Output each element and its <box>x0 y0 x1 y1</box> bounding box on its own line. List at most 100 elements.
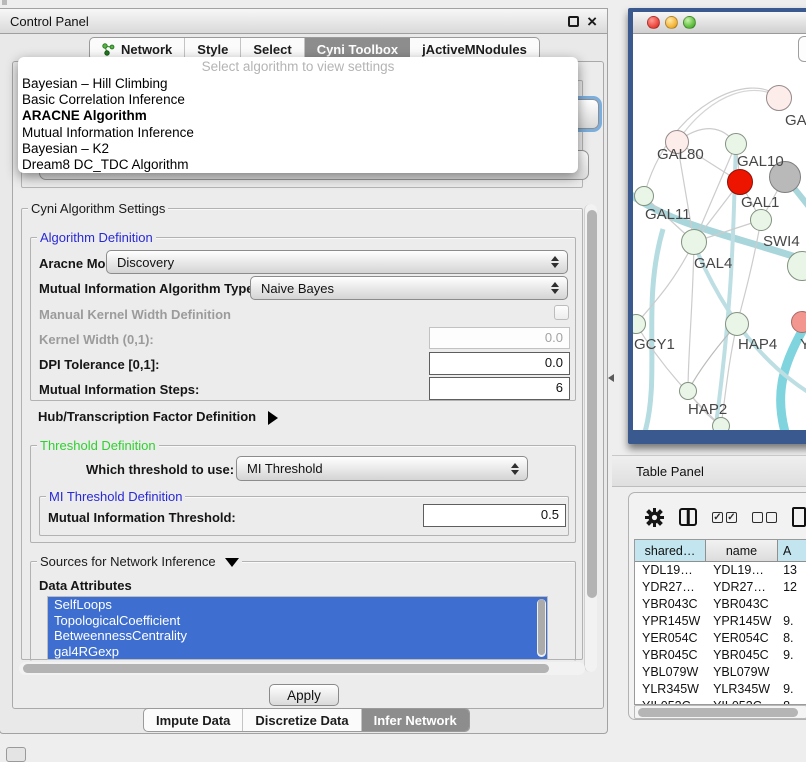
network-canvas[interactable]: GAL80 GAL10 GAL1 GAL11 SWI4 GAL4 GCY1 HA… <box>633 34 806 430</box>
table-horizontal-scrollbar[interactable] <box>634 705 806 719</box>
sources-title[interactable]: Sources for Network Inference <box>37 554 242 569</box>
kernel-width-label: Kernel Width (0,1): <box>39 332 154 347</box>
table-row[interactable]: YIL052C YIL052C 8 <box>635 698 806 705</box>
float-window-icon[interactable] <box>568 16 579 27</box>
node-gal10[interactable] <box>725 133 747 155</box>
algorithm-option[interactable]: Dream8 DC_TDC Algorithm <box>18 157 578 173</box>
node-table: shared… name A YDL19… YDL19… 13 YDR27… Y… <box>634 539 806 705</box>
node-label: GCY1 <box>634 336 675 353</box>
document-icon[interactable] <box>792 507 806 527</box>
cell: YBR045C <box>706 647 778 664</box>
sources-title-label: Sources for Network Inference <box>40 554 216 569</box>
minimize-traffic-light-icon[interactable] <box>665 16 678 29</box>
panel-collapse-arrow[interactable] <box>608 374 614 382</box>
kernel-width-field[interactable]: 0.0 <box>429 327 570 349</box>
cell: YLR345W <box>706 681 778 698</box>
list-item[interactable]: SelfLoops <box>48 597 547 613</box>
mi-algorithm-type-value: Naive Bayes <box>261 281 334 296</box>
table-row[interactable]: YDL19… YDL19… 13 <box>635 562 806 579</box>
table-row[interactable]: YDR27… YDR27… 12 <box>635 579 806 596</box>
algorithm-option[interactable]: Bayesian – K2 <box>18 141 578 157</box>
columns-icon[interactable] <box>679 508 697 526</box>
table-row[interactable]: YBR043C YBR043C <box>635 596 806 613</box>
manual-kernel-checkbox[interactable] <box>554 305 569 320</box>
zoom-traffic-light-icon[interactable] <box>683 16 696 29</box>
cell: 9. <box>778 613 806 630</box>
list-item[interactable]: TopologicalCoefficient <box>48 613 547 629</box>
network-view-window[interactable]: GAL80 GAL10 GAL1 GAL11 SWI4 GAL4 GCY1 HA… <box>628 8 806 444</box>
aracne-mode-combobox[interactable]: Discovery <box>106 250 568 274</box>
column-header-name[interactable]: name <box>706 540 778 561</box>
column-header-clipped[interactable]: A <box>778 540 806 561</box>
cell <box>778 596 806 613</box>
cell: 12 <box>778 579 806 596</box>
select-all-columns-icon[interactable]: ✓✓ <box>712 512 737 523</box>
close-icon[interactable]: × <box>587 16 597 27</box>
node-label: HAP2 <box>688 401 727 418</box>
node-hap4[interactable] <box>725 312 749 336</box>
tab-impute-data[interactable]: Impute Data <box>144 709 243 731</box>
aracne-mode-value: Discovery <box>117 255 174 270</box>
kernel-width-value: 0.0 <box>545 330 563 345</box>
table-toolbar: ✓✓ <box>637 501 806 533</box>
table-row[interactable]: YBR045C YBR045C 9. <box>635 647 806 664</box>
stepper-icon <box>551 282 559 294</box>
hub-section-toggle[interactable]: Hub/Transcription Factor Definition <box>38 409 278 425</box>
mi-algorithm-type-combobox[interactable]: Naive Bayes <box>250 276 568 300</box>
gear-icon[interactable] <box>645 508 664 527</box>
algorithm-option[interactable]: Basic Correlation Inference <box>18 92 578 108</box>
list-item[interactable]: BetweennessCentrality <box>48 628 547 644</box>
cell: 8. <box>778 630 806 647</box>
table-row[interactable]: YBL079W YBL079W <box>635 664 806 681</box>
list-vertical-scrollbar[interactable] <box>537 599 546 657</box>
which-threshold-combobox[interactable]: MI Threshold <box>236 456 528 481</box>
dpi-tolerance-field[interactable]: 0.0 <box>429 352 570 375</box>
cell: YLR345W <box>635 681 706 698</box>
mi-steps-value: 6 <box>556 380 563 395</box>
node-gal4[interactable] <box>681 229 707 255</box>
tab-infer-network[interactable]: Infer Network <box>362 709 469 731</box>
node-label: GAL80 <box>657 146 704 163</box>
node-selected-red[interactable] <box>727 169 753 195</box>
node-hap2[interactable] <box>679 382 697 400</box>
table-row[interactable]: YPR145W YPR145W 9. <box>635 613 806 630</box>
cell: 9. <box>778 681 806 698</box>
algorithm-option-selected[interactable]: ARACNE Algorithm <box>18 108 578 124</box>
table-row[interactable]: YER054C YER054C 8. <box>635 630 806 647</box>
settings-vertical-scrollbar[interactable] <box>584 204 597 672</box>
algorithm-option[interactable]: Mutual Information Inference <box>18 125 578 141</box>
close-traffic-light-icon[interactable] <box>647 16 660 29</box>
algorithm-option[interactable]: Bayesian – Hill Climbing <box>18 76 578 92</box>
data-attributes-label: Data Attributes <box>39 578 132 593</box>
node-gal11[interactable] <box>634 186 654 206</box>
data-attributes-list[interactable]: SelfLoops TopologicalCoefficient Between… <box>47 596 548 660</box>
clipped-corner-button[interactable] <box>6 747 26 762</box>
apply-button[interactable]: Apply <box>269 684 339 706</box>
list-item[interactable]: gal4RGexp <box>48 644 547 660</box>
deselect-all-columns-icon[interactable] <box>752 512 777 523</box>
mi-threshold-field[interactable]: 0.5 <box>423 504 566 527</box>
column-header-shared-name[interactable]: shared… <box>635 540 706 561</box>
network-window-titlebar[interactable] <box>633 12 806 34</box>
algorithm-selection-popup: Select algorithm to view settings Bayesi… <box>18 57 578 173</box>
cell: YDR27… <box>706 579 778 596</box>
control-panel-titlebar[interactable]: Control Panel × <box>0 9 607 34</box>
cell: 8 <box>778 698 806 705</box>
table-panel-titlebar[interactable]: Table Panel <box>612 455 806 487</box>
cell: YER054C <box>635 630 706 647</box>
node-label: GAL <box>785 112 806 129</box>
cell: 13 <box>778 562 806 579</box>
mi-steps-field[interactable]: 6 <box>429 377 570 400</box>
node-bottom-cut[interactable] <box>712 417 730 430</box>
tab-network-label: Network <box>121 42 172 57</box>
clipped-toolbar-fragment <box>798 36 806 62</box>
table-row[interactable]: YLR345W YLR345W 9. <box>635 681 806 698</box>
tab-discretize-data[interactable]: Discretize Data <box>243 709 361 731</box>
node-gal1[interactable] <box>750 209 772 231</box>
which-threshold-label: Which threshold to use: <box>86 462 234 477</box>
expand-right-icon <box>268 411 278 425</box>
bottom-tabstrip: Impute Data Discretize Data Infer Networ… <box>143 708 470 732</box>
settings-horizontal-scrollbar[interactable] <box>19 662 585 675</box>
node-salmon[interactable] <box>791 311 806 333</box>
node-gal2[interactable] <box>766 85 792 111</box>
